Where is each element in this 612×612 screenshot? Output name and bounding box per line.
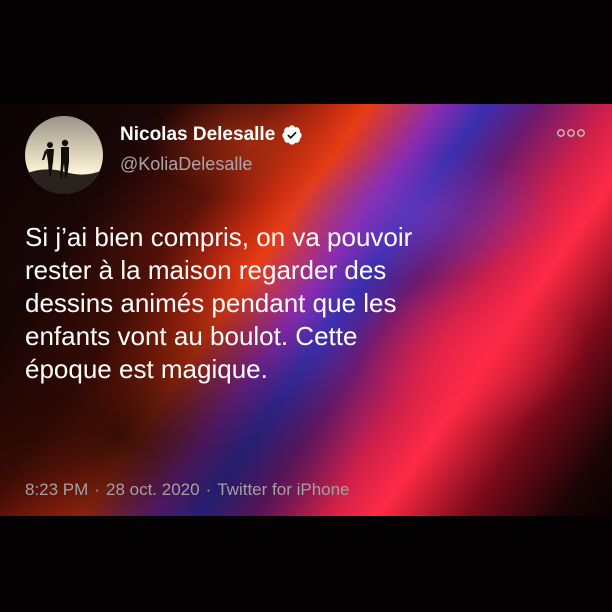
tweet-text-line: dessins animés pendant que les: [25, 288, 397, 318]
meta-separator: ·: [94, 480, 100, 499]
screenshot-frame: Nicolas Delesalle @KoliaDelesalle Si j’a…: [0, 0, 612, 612]
tweet-text-line: enfants vont au boulot. Cette: [25, 321, 358, 351]
tweet-meta: 8:23 PM · 28 oct. 2020 · Twitter for iPhone: [25, 480, 350, 500]
tweet-source[interactable]: Twitter for iPhone: [217, 480, 349, 499]
tweet-text: Si j’ai bien compris, on va pouvoir rest…: [25, 221, 585, 386]
avatar-image: [25, 116, 103, 194]
meta-separator: ·: [205, 480, 212, 499]
tweet-text-line: époque est magique.: [25, 354, 268, 384]
display-name[interactable]: Nicolas Delesalle: [120, 124, 275, 146]
tweet-card: Nicolas Delesalle @KoliaDelesalle Si j’a…: [0, 104, 612, 516]
avatar[interactable]: [25, 116, 103, 194]
more-options-icon[interactable]: [556, 127, 586, 139]
verified-badge-icon: [282, 125, 302, 145]
tweet-text-line: rester à la maison regarder des: [25, 255, 387, 285]
user-handle[interactable]: @KoliaDelesalle: [120, 154, 252, 175]
name-row: Nicolas Delesalle: [120, 124, 303, 146]
tweet-text-line: Si j’ai bien compris, on va pouvoir: [25, 222, 413, 252]
tweet-date[interactable]: 28 oct. 2020: [106, 480, 200, 499]
tweet-time[interactable]: 8:23 PM: [25, 480, 88, 499]
